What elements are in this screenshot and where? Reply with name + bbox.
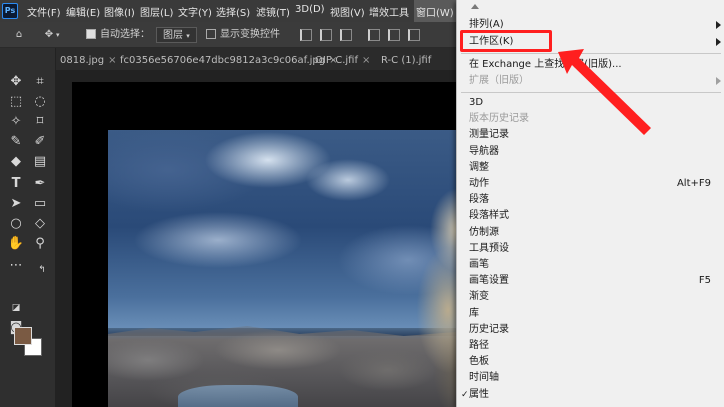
toolbox: ✥ ⌗ ⬚ ◌ ✧ ⌑ ✎ ✐ ◆ ▤ T ✒ ➤ ▭ ○ ◇ ✋ ⚲ ⋯ ↰ … — [0, 48, 56, 407]
type-tool-icon[interactable]: T — [6, 174, 26, 194]
layer-select-dropdown[interactable]: 图层 ▾ — [156, 27, 197, 43]
artboard-tool-icon[interactable]: ⌗ — [30, 72, 50, 92]
move-tool-icon[interactable]: ✥ ▾ — [42, 27, 60, 43]
menu-plugins[interactable]: 增效工具 — [369, 4, 409, 19]
shortcut-label: F5 — [698, 275, 711, 286]
home-icon[interactable]: ⌂ — [12, 27, 26, 43]
menu-item-brush-settings[interactable]: 画笔设置 F5 — [457, 273, 724, 289]
menu-select[interactable]: 选择(S) — [216, 4, 250, 19]
submenu-arrow-icon — [716, 77, 721, 85]
menu-type[interactable]: 文字(Y) — [178, 4, 212, 19]
submenu-arrow-icon — [716, 38, 721, 46]
align-top-icon[interactable] — [368, 29, 380, 41]
water-pool — [178, 385, 298, 407]
menu-view[interactable]: 视图(V) — [330, 4, 365, 19]
hand-tool-icon[interactable]: ✋ — [6, 234, 26, 254]
menu-item-find-extensions[interactable]: 在 Exchange 上查找扩展(旧版)... — [457, 57, 724, 73]
checkbox-unchecked-icon — [206, 29, 216, 39]
menu-edit[interactable]: 编辑(E) — [66, 4, 100, 19]
document-tab[interactable]: R-C (1).jfif — [377, 51, 435, 70]
align-middle-icon[interactable] — [388, 29, 400, 41]
scroll-up-arrow-icon[interactable] — [471, 4, 479, 9]
menu-item-version-history: 版本历史记录 — [469, 113, 529, 124]
menu-item-paths[interactable]: 路径 — [457, 338, 724, 354]
menu-item-extensions-legacy: 扩展（旧版） — [457, 73, 724, 89]
brush-tool-icon[interactable]: ✐ — [30, 132, 50, 152]
menu-item-timeline[interactable]: 时间轴 — [457, 370, 724, 386]
document-tab[interactable]: 0818.jpg × — [56, 51, 121, 70]
menu-layer[interactable]: 图层(L) — [140, 4, 173, 19]
crop-tool-icon[interactable]: ⌑ — [30, 112, 50, 132]
menu-item-gradients[interactable]: 渐变 — [457, 289, 724, 305]
menu-separator — [461, 92, 721, 93]
document-tab[interactable]: OIP-C.jfif × — [311, 51, 374, 70]
pen-tool-icon[interactable]: ✒ — [30, 174, 50, 194]
align-left-icon[interactable] — [300, 29, 312, 41]
tab-label: R-C (1).jfif — [381, 55, 432, 66]
tab-label: fc0356e56706e47dbc9812a3c9c06af.jpg — [120, 55, 326, 66]
menu-separator — [461, 53, 721, 54]
menu-item-paragraph-styles[interactable]: 段落样式 — [457, 208, 724, 224]
menu-item-measurement-log[interactable]: 测量记录 — [457, 127, 724, 143]
marquee-tool-icon[interactable]: ⬚ — [6, 92, 26, 112]
menu-item-swatches[interactable]: 色板 — [457, 354, 724, 370]
gradient-tool-icon[interactable]: ▤ — [30, 152, 50, 172]
checkmark-icon: ✓ — [461, 390, 469, 400]
align-center-icon[interactable] — [320, 29, 332, 41]
align-bottom-icon[interactable] — [408, 29, 420, 41]
custom-shape-icon[interactable]: ◇ — [30, 214, 50, 234]
document-tab[interactable]: fc0356e56706e47dbc9812a3c9c06af.jpg × — [116, 51, 342, 70]
menu-image[interactable]: 图像(I) — [104, 4, 135, 19]
auto-select-label: 自动选择： — [100, 29, 150, 40]
align-right-icon[interactable] — [340, 29, 352, 41]
menu-item-history[interactable]: 历史记录 — [457, 322, 724, 338]
menu-item-brushes[interactable]: 画笔 — [457, 257, 724, 273]
close-icon[interactable]: × — [362, 55, 370, 66]
show-transform-label: 显示变换控件 — [220, 29, 280, 40]
move-tool-icon[interactable]: ✥ — [6, 72, 26, 92]
rectangle-tool-icon[interactable]: ▭ — [30, 194, 50, 214]
annotation-highlight-box — [460, 30, 552, 52]
menu-item-3d[interactable]: 3D — [457, 95, 724, 111]
eraser-tool-icon[interactable]: ◆ — [6, 152, 26, 172]
photo-image[interactable] — [108, 130, 456, 407]
path-select-icon[interactable]: ➤ — [6, 194, 26, 214]
menu-item-libraries[interactable]: 库 — [457, 306, 724, 322]
menu-item-clone-source[interactable]: 仿制源 — [457, 225, 724, 241]
shortcut-label: Alt+F9 — [676, 178, 711, 189]
eyedropper-icon[interactable]: ✎ — [6, 132, 26, 152]
menu-window[interactable]: 窗口(W) — [416, 4, 454, 19]
zoom-tool-icon[interactable]: ⚲ — [30, 234, 50, 254]
menu-item-properties[interactable]: ✓ 属性 — [457, 387, 724, 403]
menu-file[interactable]: 文件(F) — [27, 4, 61, 19]
menu-item-navigator[interactable]: 导航器 — [457, 144, 724, 160]
foreground-color-swatch[interactable] — [14, 327, 32, 345]
tab-label: OIP-C.jfif — [315, 55, 358, 66]
menu-item-tool-presets[interactable]: 工具预设 — [457, 241, 724, 257]
tab-label: 0818.jpg — [60, 55, 105, 66]
menu-item-adjustments[interactable]: 调整 — [457, 160, 724, 176]
more-tools-icon[interactable]: ⋯ — [6, 256, 26, 276]
magic-wand-icon[interactable]: ✧ — [6, 112, 26, 132]
layer-select-value: 图层 — [163, 30, 183, 41]
photoshop-logo[interactable]: Ps — [2, 3, 18, 19]
menu-item-paragraph[interactable]: 段落 — [457, 192, 724, 208]
submenu-arrow-icon — [716, 21, 721, 29]
auto-select-checkbox[interactable]: 自动选择： — [86, 27, 150, 43]
menu-3d[interactable]: 3D(D) — [295, 4, 325, 15]
checkbox-checked-icon — [86, 29, 96, 39]
ellipse-tool-icon[interactable]: ○ — [6, 214, 26, 234]
menu-item-actions[interactable]: 动作 Alt+F9 — [457, 176, 724, 192]
swap-colors-icon[interactable]: ↰ — [32, 260, 52, 280]
default-colors-icon[interactable]: ◪ — [6, 298, 26, 318]
window-menu-dropdown: 排列(A) 工作区(K) 在 Exchange 上查找扩展(旧版)... 扩展（… — [456, 0, 724, 407]
show-transform-checkbox[interactable]: 显示变换控件 — [206, 27, 280, 43]
menu-filter[interactable]: 滤镜(T) — [256, 4, 290, 19]
lasso-tool-icon[interactable]: ◌ — [30, 92, 50, 112]
chevron-down-icon: ▾ — [186, 32, 190, 40]
